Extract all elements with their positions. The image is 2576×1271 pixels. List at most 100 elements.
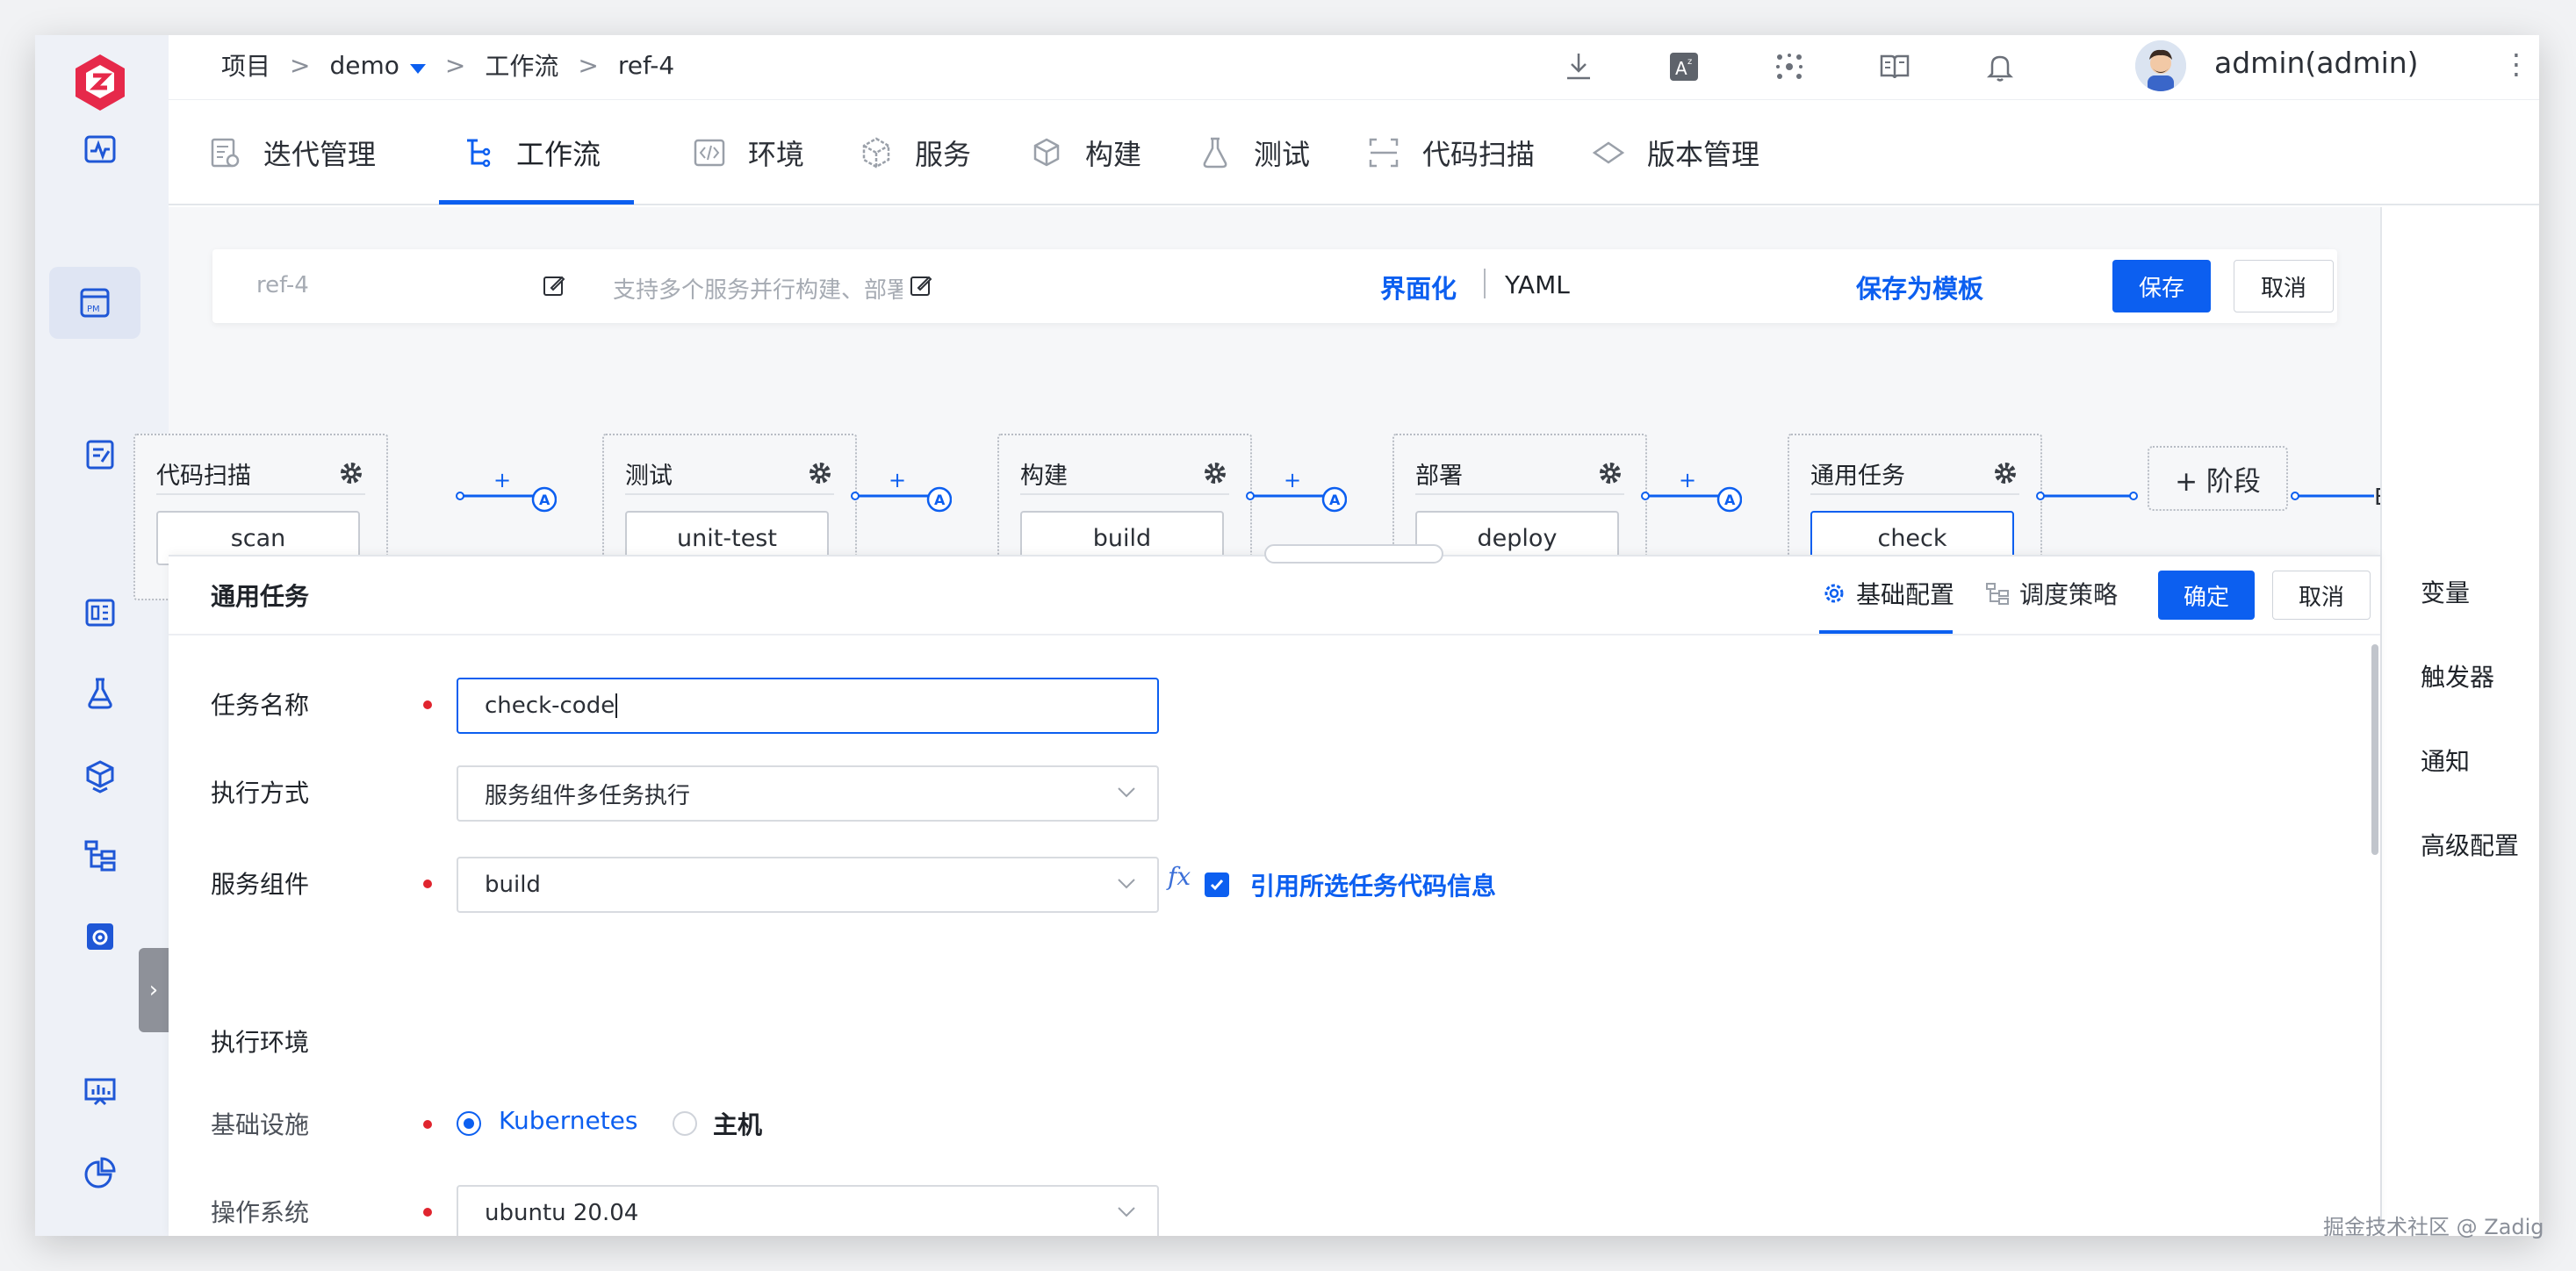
end-node-label: E bbox=[2374, 485, 2380, 511]
tab-schedule-strategy[interactable]: 调度策略 bbox=[1984, 576, 2118, 611]
fx-variable-icon[interactable]: fx bbox=[1168, 862, 1191, 891]
gear-icon[interactable] bbox=[806, 459, 834, 487]
add-stage-button[interactable]: + 阶段 bbox=[2148, 446, 2288, 511]
tab-build[interactable]: 构建 bbox=[1029, 100, 1141, 205]
sidebar-collapse-toggle[interactable]: › bbox=[139, 948, 169, 1032]
tab-service[interactable]: 服务 bbox=[859, 100, 971, 205]
gear-icon[interactable] bbox=[1201, 459, 1229, 487]
edit-icon[interactable] bbox=[908, 272, 934, 298]
notify-link[interactable]: 通知 bbox=[2421, 743, 2470, 778]
mode-ui-toggle[interactable]: 界面化 bbox=[1380, 269, 1457, 305]
gear-icon[interactable] bbox=[337, 459, 365, 487]
cancel-button[interactable]: 取消 bbox=[2234, 260, 2334, 312]
chart-board-icon[interactable] bbox=[77, 1069, 123, 1115]
docs-icon[interactable] bbox=[77, 432, 123, 478]
stage-header: 测试 bbox=[625, 453, 834, 495]
stage-header: 部署 bbox=[1415, 453, 1624, 495]
ref-code-checkbox[interactable] bbox=[1205, 872, 1229, 897]
username[interactable]: admin(admin) bbox=[2214, 46, 2419, 80]
service-select[interactable]: build bbox=[457, 857, 1159, 913]
stage-header: 代码扫描 bbox=[156, 453, 365, 495]
tab-label: 环境 bbox=[748, 138, 805, 171]
stage-title: 通用任务 bbox=[1810, 462, 1905, 490]
breadcrumb-separator: > bbox=[290, 50, 311, 80]
zadig-logo[interactable] bbox=[72, 51, 128, 112]
mode-yaml-toggle[interactable]: YAML bbox=[1505, 270, 1570, 299]
tab-basic-config[interactable]: 基础配置 bbox=[1821, 576, 1954, 611]
breadcrumb-workflow-name: ref-4 bbox=[617, 50, 675, 80]
breadcrumb-project-select[interactable]: demo bbox=[329, 51, 426, 80]
tree-icon[interactable] bbox=[77, 832, 123, 878]
text-cursor bbox=[615, 693, 618, 718]
radio-kubernetes-label[interactable]: Kubernetes bbox=[499, 1106, 638, 1135]
stage-header: 构建 bbox=[1020, 453, 1229, 495]
exec-mode-select[interactable]: 服务组件多任务执行 bbox=[457, 765, 1159, 822]
tab-label: 代码扫描 bbox=[1422, 138, 1536, 171]
confirm-button[interactable]: 确定 bbox=[2158, 571, 2255, 620]
variables-link[interactable]: 变量 bbox=[2421, 574, 2470, 609]
breadcrumb-projects[interactable]: 项目 bbox=[221, 47, 270, 83]
workflow-description-field[interactable]: 支持多个服务并行构建、部署 bbox=[613, 272, 903, 305]
approval-icon[interactable]: A bbox=[934, 492, 946, 508]
breadcrumb: 项目 > demo > 工作流 > ref-4 bbox=[221, 47, 674, 83]
ref-code-label[interactable]: 引用所选任务代码信息 bbox=[1250, 867, 1496, 902]
package-icon[interactable] bbox=[77, 753, 123, 799]
tab-environment[interactable]: 环境 bbox=[692, 100, 804, 205]
network-icon[interactable] bbox=[1767, 44, 1812, 90]
tab-code-scan[interactable]: 代码扫描 bbox=[1366, 100, 1535, 205]
add-job-icon[interactable]: + bbox=[889, 473, 906, 492]
exec-mode-label: 执行方式 bbox=[211, 779, 310, 808]
approval-icon[interactable]: A bbox=[539, 492, 550, 508]
add-job-icon[interactable]: + bbox=[493, 473, 511, 492]
tab-label: 测试 bbox=[1254, 138, 1311, 171]
infra-label: 基础设施 bbox=[211, 1110, 310, 1139]
bell-icon[interactable] bbox=[1977, 44, 2023, 90]
code-scan-icon bbox=[1369, 138, 1399, 168]
add-job-icon[interactable]: + bbox=[1284, 473, 1301, 492]
save-button[interactable]: 保存 bbox=[2112, 260, 2211, 312]
project-pm-icon[interactable]: PM bbox=[49, 267, 140, 339]
book-icon[interactable] bbox=[1872, 44, 1918, 90]
drawer-scrollbar[interactable] bbox=[2371, 644, 2378, 855]
task-name-input[interactable]: check-code bbox=[457, 678, 1159, 734]
advanced-config-link[interactable]: 高级配置 bbox=[2421, 827, 2519, 862]
breadcrumb-workflows[interactable]: 工作流 bbox=[485, 47, 558, 83]
os-select[interactable]: ubuntu 20.04 bbox=[457, 1185, 1159, 1236]
flask-icon[interactable] bbox=[77, 671, 123, 716]
radio-kubernetes[interactable] bbox=[457, 1111, 481, 1136]
required-dot bbox=[423, 700, 432, 709]
save-as-template-link[interactable]: 保存为模板 bbox=[1856, 269, 1983, 305]
stage-title: 测试 bbox=[625, 462, 673, 490]
radio-host-label[interactable]: 主机 bbox=[713, 1106, 762, 1141]
triggers-link[interactable]: 触发器 bbox=[2421, 658, 2494, 693]
translate-icon[interactable]: Az bbox=[1661, 44, 1707, 90]
download-icon[interactable] bbox=[1556, 44, 1601, 90]
active-tab-indicator bbox=[439, 200, 634, 205]
divider bbox=[169, 634, 2380, 636]
tab-workflow[interactable]: 工作流 bbox=[460, 100, 601, 205]
more-menu-icon[interactable]: ⋮ bbox=[2502, 47, 2530, 81]
stage-connector bbox=[2036, 492, 2138, 500]
tab-iteration[interactable]: 迭代管理 bbox=[207, 100, 376, 205]
drawer-resize-handle[interactable] bbox=[1264, 544, 1443, 564]
workflow-header: ref-4 支持多个服务并行构建、部署 界面化 YAML 保存为模板 保存 取消 bbox=[212, 249, 2337, 323]
module-nav: 迭代管理 工作流 环境 服务 构建 测试 代码扫描 版本管理 bbox=[169, 100, 2539, 205]
approval-icon[interactable]: A bbox=[1724, 492, 1736, 508]
avatar[interactable] bbox=[2135, 40, 2186, 91]
settings-box-icon[interactable] bbox=[77, 913, 123, 959]
dashboard-icon[interactable] bbox=[77, 590, 123, 636]
tab-test[interactable]: 测试 bbox=[1198, 100, 1310, 205]
pie-chart-icon[interactable] bbox=[77, 1150, 123, 1196]
monitor-icon[interactable] bbox=[77, 126, 123, 172]
tab-version[interactable]: 版本管理 bbox=[1591, 100, 1759, 205]
radio-host[interactable] bbox=[673, 1111, 697, 1136]
approval-icon[interactable]: A bbox=[1329, 492, 1341, 508]
add-job-icon[interactable]: + bbox=[1679, 473, 1696, 492]
gear-icon[interactable] bbox=[1991, 459, 2019, 487]
cancel-button[interactable]: 取消 bbox=[2272, 571, 2371, 620]
gear-icon[interactable] bbox=[1596, 459, 1624, 487]
workflow-name-field[interactable]: ref-4 bbox=[256, 272, 309, 298]
required-dot bbox=[423, 1120, 432, 1129]
tab-label: 工作流 bbox=[516, 138, 601, 171]
edit-icon[interactable] bbox=[541, 272, 567, 298]
